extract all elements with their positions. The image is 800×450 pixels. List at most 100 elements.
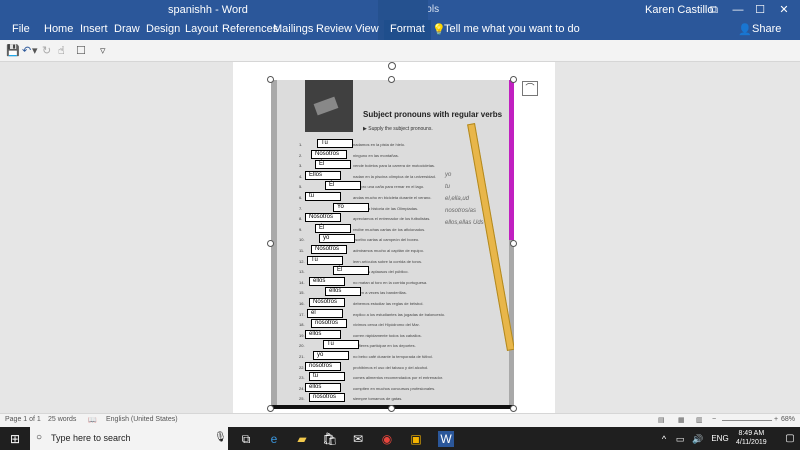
- answer-text-box[interactable]: ellos: [309, 276, 345, 286]
- redo-icon[interactable]: ↻: [42, 44, 51, 57]
- clock[interactable]: 8:49 AM 4/11/2019: [736, 429, 767, 447]
- worksheet-picture[interactable]: Subject pronouns with regular verbs ▶ Su…: [271, 80, 514, 409]
- row-sentence: ponen a veces las banderillas.: [353, 290, 407, 296]
- tell-me-search[interactable]: Tell me what you want to do: [444, 23, 580, 35]
- answer-text-box[interactable]: Nosotros: [305, 213, 341, 223]
- resize-handle-right[interactable]: [510, 240, 517, 247]
- customize-icon[interactable]: ▿: [100, 44, 106, 57]
- file-explorer-icon[interactable]: ▰: [294, 431, 310, 447]
- mail-icon[interactable]: ✉: [350, 431, 366, 447]
- notification-icon[interactable]: ▢: [782, 431, 798, 447]
- answer-text-box[interactable]: Tu: [323, 340, 359, 350]
- zoom-level[interactable]: 68%: [781, 416, 795, 423]
- search-placeholder: Type here to search: [51, 433, 131, 443]
- word-icon[interactable]: W: [438, 431, 454, 447]
- print-layout-icon[interactable]: ▦: [678, 416, 685, 424]
- undo-icon[interactable]: ↶: [22, 44, 31, 57]
- answer-text-box[interactable]: Tu: [307, 255, 343, 265]
- answer-text-box[interactable]: nosotros: [311, 319, 347, 329]
- answer-text-box[interactable]: Nosotros: [309, 298, 345, 307]
- edge-icon[interactable]: e: [266, 431, 282, 447]
- microphone-icon[interactable]: 🎙: [214, 432, 227, 443]
- row-sentence: compro una caña para remar en el lago.: [353, 184, 425, 190]
- tray-arrow-icon[interactable]: ^: [656, 431, 672, 447]
- answer-text-box[interactable]: ellos: [325, 287, 361, 297]
- clock-date: 4/11/2019: [736, 439, 767, 446]
- web-layout-icon[interactable]: ▥: [696, 416, 703, 424]
- row-number: 16.: [299, 301, 305, 306]
- read-mode-icon[interactable]: ▤: [658, 416, 665, 424]
- chrome-icon[interactable]: ◉: [379, 431, 395, 447]
- tab-view[interactable]: View: [355, 23, 379, 35]
- rotate-handle[interactable]: [388, 62, 396, 70]
- tab-home[interactable]: Home: [44, 23, 73, 35]
- taskbar: ⊞ ○ Type here to search 🎙 ⧉ e ▰ 🛍 ✉ ◉ ▣ …: [0, 427, 800, 450]
- tab-mailings[interactable]: Mailings: [273, 23, 313, 35]
- close-icon[interactable]: ✕: [776, 2, 792, 18]
- answer-text-box[interactable]: Él: [315, 160, 351, 170]
- row-sentence: prefieres participar en los deportes.: [353, 343, 416, 349]
- zoom-out-icon[interactable]: −: [712, 416, 716, 423]
- page-count[interactable]: Page 1 of 1: [5, 416, 41, 423]
- resize-handle-top[interactable]: [388, 76, 395, 83]
- zoom-in-icon[interactable]: +: [774, 416, 778, 423]
- language[interactable]: English (United States): [106, 416, 178, 423]
- undo-dropdown-icon[interactable]: ▾: [32, 44, 38, 57]
- share-button[interactable]: Share: [752, 23, 781, 35]
- answer-text-box[interactable]: Él: [325, 181, 361, 191]
- answer-text-box[interactable]: tu: [309, 372, 345, 382]
- answer-text-box[interactable]: Ellos: [305, 170, 341, 180]
- windows-start-icon[interactable]: ⊞: [7, 431, 23, 447]
- tab-format[interactable]: Format: [384, 20, 431, 40]
- answer-text-box[interactable]: ellos: [305, 329, 341, 339]
- taskbar-search[interactable]: ○ Type here to search 🎙: [30, 427, 228, 450]
- answer-text-box[interactable]: Nosotros: [311, 245, 347, 254]
- answer-text-box[interactable]: Yo: [333, 202, 369, 212]
- volume-icon[interactable]: 🔊: [690, 431, 706, 447]
- ribbon-display-options-icon[interactable]: ⧉: [706, 2, 722, 18]
- maximize-icon[interactable]: ☐: [752, 2, 768, 18]
- answer-text-box[interactable]: nosotros: [305, 361, 341, 371]
- answer-text-box[interactable]: tu: [305, 192, 341, 201]
- tab-insert[interactable]: Insert: [80, 23, 108, 35]
- answer-text-box[interactable]: ellos: [305, 382, 341, 392]
- tab-layout[interactable]: Layout: [185, 23, 218, 35]
- answer-text-box[interactable]: Nosotros: [311, 149, 347, 159]
- resize-handle-bl[interactable]: [267, 405, 274, 412]
- tab-references[interactable]: References: [222, 23, 278, 35]
- row-sentence: leen artículos sobre la corrida de toros…: [353, 258, 423, 264]
- network-icon[interactable]: ▭: [672, 431, 688, 447]
- row-sentence: corren rápidamente todos los caballos.: [353, 332, 422, 338]
- answer-text-box[interactable]: Él: [333, 266, 369, 276]
- touch-mode-icon[interactable]: ☝: [58, 44, 65, 57]
- resize-handle-left[interactable]: [267, 240, 274, 247]
- tab-draw[interactable]: Draw: [114, 23, 140, 35]
- tab-review[interactable]: Review: [316, 23, 352, 35]
- answer-text-box[interactable]: nosotros: [309, 393, 345, 403]
- save-icon[interactable]: 💾: [6, 44, 20, 57]
- store-icon[interactable]: 🛍: [322, 431, 338, 447]
- answer-text-box[interactable]: yo: [313, 351, 349, 360]
- row-number: 23.: [299, 375, 305, 381]
- tab-design[interactable]: Design: [146, 23, 180, 35]
- layout-options-icon[interactable]: ⌒: [522, 81, 538, 96]
- resize-handle-tr[interactable]: [510, 76, 517, 83]
- resize-handle-bottom[interactable]: [388, 405, 395, 412]
- sticky-icon[interactable]: ▣: [408, 431, 424, 447]
- proofing-icon[interactable]: 📖: [88, 416, 97, 424]
- answer-text-box[interactable]: Tu: [317, 139, 353, 148]
- language-indicator[interactable]: ENG: [709, 431, 731, 447]
- answer-text-box[interactable]: el: [307, 308, 343, 318]
- zoom-slider[interactable]: [722, 420, 772, 421]
- tab-file[interactable]: File: [12, 23, 30, 35]
- answer-text-box[interactable]: Él: [315, 223, 351, 233]
- answer-text-box[interactable]: yo: [319, 234, 355, 244]
- resize-handle-br[interactable]: [510, 405, 517, 412]
- worksheet-title: Subject pronouns with regular verbs: [363, 110, 503, 119]
- word-count[interactable]: 25 words: [48, 416, 76, 423]
- resize-handle-tl[interactable]: [267, 76, 274, 83]
- task-view-icon[interactable]: ⧉: [238, 431, 254, 447]
- minimize-icon[interactable]: —: [730, 2, 746, 18]
- checkbox-icon[interactable]: ☐: [76, 44, 86, 57]
- user-name[interactable]: Karen Castillo: [645, 4, 713, 16]
